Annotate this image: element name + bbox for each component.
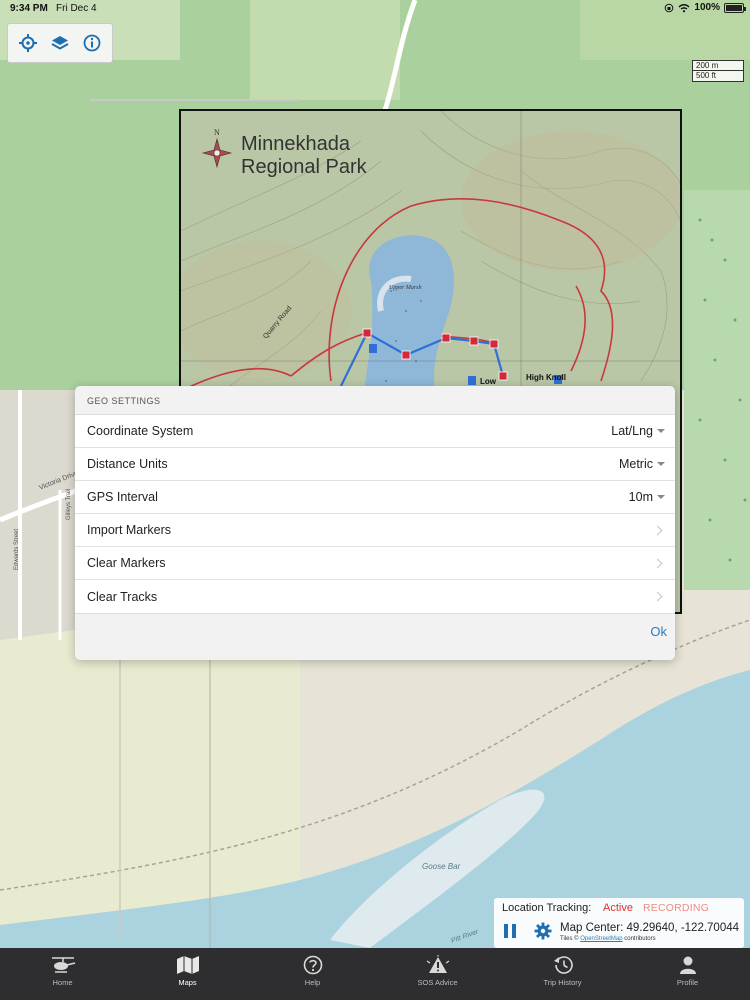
chevron-right-icon	[652, 591, 663, 602]
wifi-icon	[678, 3, 690, 12]
chevron-right-icon	[652, 525, 663, 535]
tracking-panel: Location Tracking: Active RECORDING Map …	[494, 898, 744, 948]
dialog-header: GEO SETTINGS	[87, 396, 161, 406]
dropdown-caret-icon	[657, 429, 665, 433]
tab-sos-advice[interactable]: SOS Advice	[375, 948, 500, 1000]
lock-rotation-icon	[665, 3, 674, 12]
gps-interval-row[interactable]: GPS Interval 10m	[75, 481, 675, 514]
park-title-line1: Minnekhada	[241, 133, 350, 155]
tiles-suffix: contributors	[624, 936, 656, 942]
info-icon	[83, 34, 101, 52]
help-icon	[303, 955, 322, 975]
geo-settings-dialog: GEO SETTINGS Coordinate System Lat/Lng D…	[75, 386, 675, 660]
clear-tracks-row[interactable]: Clear Tracks	[75, 580, 675, 613]
import-markers-row[interactable]: Import Markers	[75, 514, 675, 547]
pause-bar	[512, 924, 516, 938]
recording-indicator: RECORDING	[643, 902, 709, 914]
tab-trip-history[interactable]: Trip History	[500, 948, 625, 1000]
openstreetmap-link[interactable]: OpenStreetMap	[580, 936, 622, 942]
low-label: Low	[480, 377, 497, 386]
settings-list: Coordinate System Lat/Lng Distance Units…	[75, 414, 675, 614]
gps-interval-select[interactable]: 10m	[629, 490, 665, 504]
distance-units-select[interactable]: Metric	[619, 457, 665, 471]
battery-percent: 100%	[694, 2, 720, 13]
status-date: Fri Dec 4	[56, 3, 97, 14]
tab-label: Home	[52, 978, 73, 987]
tab-label: SOS Advice	[417, 978, 458, 987]
gear-icon[interactable]	[534, 922, 552, 940]
map-icon	[176, 956, 199, 974]
battery-icon	[724, 2, 746, 13]
goose-bar-label: Goose Bar	[422, 862, 461, 871]
sos-icon	[426, 955, 449, 973]
info-button[interactable]	[79, 30, 105, 56]
row-value: Metric	[618, 457, 653, 471]
helicopter-icon	[51, 957, 75, 973]
row-label: Distance Units	[87, 457, 168, 471]
scale-bar: 200 m 500 ft	[692, 60, 744, 82]
tiles-prefix: Tiles ©	[560, 936, 579, 942]
row-label: Clear Tracks	[87, 589, 158, 604]
map-toolbar	[7, 23, 113, 63]
locate-button[interactable]	[15, 30, 41, 56]
layers-icon	[51, 36, 69, 50]
coordinate-system-select[interactable]: Lat/Lng	[611, 424, 665, 438]
scale-imperial: 500 ft	[692, 71, 744, 82]
edwards-street-label: Edwards Street	[14, 529, 20, 570]
tiles-attribution: Tiles © OpenStreetMap contributors	[560, 936, 656, 942]
tab-maps[interactable]: Maps	[125, 948, 250, 1000]
park-title: Minnekhada Regional Park	[241, 133, 367, 179]
tab-label: Trip History	[543, 978, 582, 987]
tab-bar: Home Maps Help SOS Advice Trip History P…	[0, 948, 750, 1000]
history-icon	[553, 956, 573, 974]
row-label: Clear Markers	[87, 556, 166, 570]
chevron-right-icon	[652, 558, 663, 568]
crosshair-icon	[19, 34, 37, 52]
row-value: Lat/Lng	[611, 424, 653, 438]
status-bar: 9:34 PM Fri Dec 4 100%	[0, 0, 750, 18]
row-label: Coordinate System	[87, 424, 194, 438]
dropdown-caret-icon	[657, 495, 665, 499]
svg-text:N: N	[214, 128, 220, 137]
map-center-readout: Map Center: 49.29640, -122.70044	[560, 922, 740, 934]
distance-units-row[interactable]: Distance Units Metric	[75, 448, 675, 481]
row-label: GPS Interval	[87, 490, 158, 504]
tab-profile[interactable]: Profile	[625, 948, 750, 1000]
dialog-footer: Ok	[75, 614, 675, 658]
profile-icon	[679, 956, 696, 974]
layers-button[interactable]	[47, 30, 73, 56]
tab-help[interactable]: Help	[250, 948, 375, 1000]
upper-marsh-label: Upper Marsh	[389, 285, 422, 291]
status-time: 9:34 PM	[10, 3, 48, 14]
tab-home[interactable]: Home	[0, 948, 125, 1000]
row-value: 10m	[628, 490, 653, 504]
coordinate-system-row[interactable]: Coordinate System Lat/Lng	[75, 415, 675, 448]
tab-label: Maps	[178, 978, 197, 987]
scale-metric: 200 m	[692, 60, 744, 71]
tracking-status: Active	[603, 902, 633, 914]
ok-button[interactable]: Ok	[650, 622, 667, 641]
dropdown-caret-icon	[657, 462, 665, 466]
tab-label: Help	[304, 978, 321, 987]
tab-label: Profile	[676, 978, 699, 987]
park-title-line2: Regional Park	[241, 156, 367, 178]
row-label: Import Markers	[87, 523, 172, 537]
pause-bar	[504, 924, 508, 938]
tracking-label: Location Tracking:	[502, 902, 592, 914]
gilleys-trail-label: Gilleys Trail	[66, 489, 72, 520]
pause-tracking-button[interactable]	[504, 924, 518, 938]
status-right: 100%	[664, 2, 746, 13]
high-knoll-label: High Knoll	[526, 373, 566, 382]
clear-markers-row[interactable]: Clear Markers	[75, 547, 675, 580]
